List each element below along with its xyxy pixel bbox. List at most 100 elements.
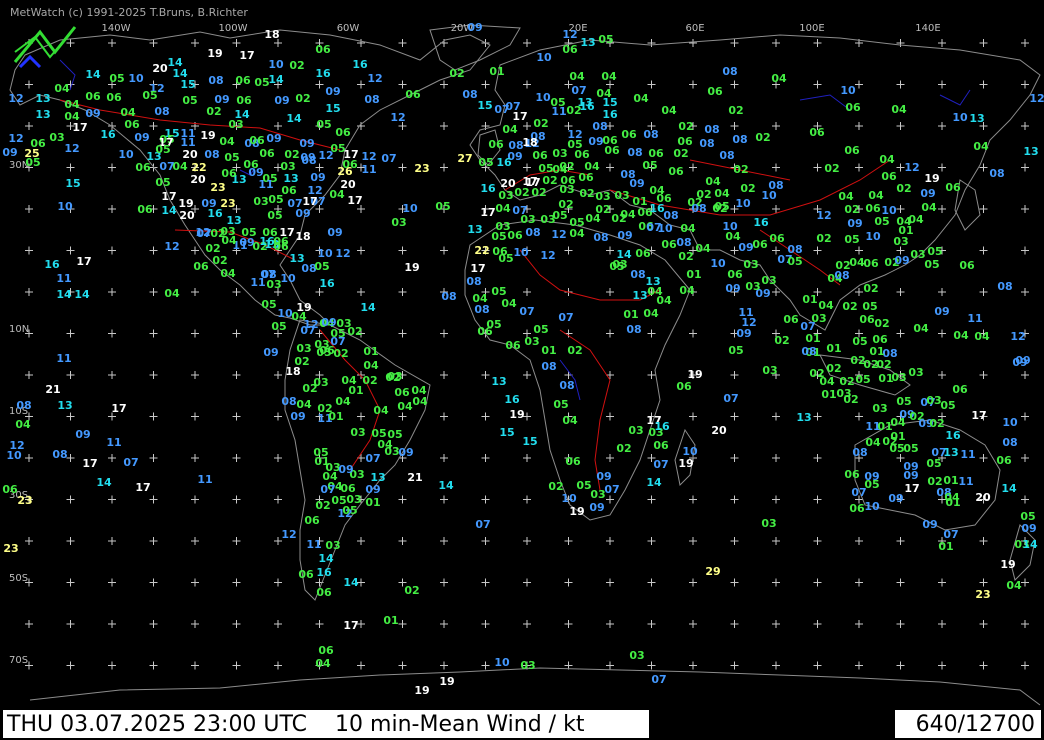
wind-value: 10 — [128, 72, 144, 85]
wind-value: 08 — [593, 231, 608, 244]
wind-value: 04 — [921, 201, 937, 214]
wind-value: 14 — [74, 288, 90, 301]
lat-label: 70S — [9, 655, 28, 666]
wind-value: 05 — [224, 151, 239, 164]
wind-value: 19 — [687, 368, 702, 381]
wind-value: 19 — [439, 675, 454, 688]
wind-value: 03 — [743, 258, 758, 271]
wind-value: 12 — [1010, 330, 1025, 343]
wind-value: 19 — [207, 47, 222, 60]
wind-value: 06 — [578, 171, 594, 184]
wind-value: 07 — [159, 160, 174, 173]
wind-value: 15 — [180, 78, 195, 91]
wind-value: 05 — [271, 320, 286, 333]
wind-value: 02 — [616, 442, 631, 455]
wind-value: 06 — [849, 502, 865, 515]
wind-value: 06 — [316, 586, 332, 599]
wind-value: 04 — [501, 297, 517, 310]
wind-value: 08 — [801, 345, 816, 358]
wind-value: 04 — [562, 414, 578, 427]
wind-value: 17 — [971, 409, 986, 422]
wind-value: 12 — [904, 161, 919, 174]
wind-value: 09 — [295, 207, 310, 220]
wind-value: 02 — [678, 250, 693, 263]
wind-value: 07 — [653, 458, 668, 471]
wind-value: 02 — [740, 182, 755, 195]
wind-value: 09 — [725, 282, 740, 295]
wind-value: 08 — [474, 303, 489, 316]
wind-value: 04 — [495, 202, 511, 215]
wind-value: 16 — [352, 58, 368, 71]
wind-value: 10 — [280, 272, 296, 285]
wind-value: 06 — [676, 380, 692, 393]
wind-value: 12 — [1029, 92, 1044, 105]
wind-value: 20 — [190, 173, 206, 186]
wind-value: 09 — [589, 501, 604, 514]
wind-value: 02 — [678, 120, 693, 133]
wind-value: 17 — [343, 619, 358, 632]
wind-value: 06 — [844, 468, 860, 481]
wind-value: 07 — [300, 324, 315, 337]
wind-value: 02 — [876, 358, 891, 371]
wind-value: 02 — [843, 393, 858, 406]
wind-value: 17 — [302, 195, 317, 208]
wind-value: 05 — [155, 143, 170, 156]
wind-value: 07 — [475, 518, 490, 531]
wind-value: 01 — [821, 388, 836, 401]
wind-value: 12 — [8, 92, 23, 105]
wind-value: 08 — [719, 149, 734, 162]
wind-value: 06 — [752, 238, 768, 251]
wind-value: 10 — [6, 449, 22, 462]
wind-value: 01 — [623, 308, 638, 321]
wind-value: 11 — [56, 272, 71, 285]
wind-value: 14 — [56, 288, 72, 301]
wind-value: 15 — [522, 435, 537, 448]
wind-value: 06 — [236, 94, 252, 107]
wind-value: 04 — [54, 82, 70, 95]
wind-value: 05 — [314, 260, 329, 273]
wind-value: 02 — [673, 147, 688, 160]
wind-value: 06 — [707, 85, 723, 98]
wind-value: 02 — [733, 163, 748, 176]
wind-value: 23 — [17, 494, 32, 507]
wind-value: 14 — [343, 576, 359, 589]
wind-value: 13 — [580, 36, 595, 49]
wind-value: 04 — [569, 227, 585, 240]
wind-value: 06 — [281, 184, 297, 197]
wind-value: 09 — [300, 151, 315, 164]
wind-value: 06 — [304, 514, 320, 527]
wind-value: 04 — [502, 123, 518, 136]
wind-value: 04 — [601, 70, 617, 83]
wind-value: 08 — [364, 93, 379, 106]
wind-value: 09 — [274, 94, 289, 107]
wind-value: 07 — [851, 486, 866, 499]
wind-value: 08 — [154, 105, 169, 118]
wind-value: 02 — [295, 92, 310, 105]
wind-value: 04 — [329, 188, 345, 201]
wind-value: 01 — [802, 293, 817, 306]
wind-value: 14 — [85, 68, 101, 81]
wind-value: 09 — [617, 229, 632, 242]
lon-label: 60W — [337, 23, 360, 34]
wind-value: 04 — [1006, 579, 1022, 592]
wind-value: 02 — [579, 187, 594, 200]
wind-value: 10 — [952, 111, 968, 124]
wind-value: 01 — [898, 224, 913, 237]
wind-value: 08 — [627, 146, 642, 159]
wind-value: 04 — [377, 438, 393, 451]
wind-value: 08 — [16, 399, 31, 412]
wind-value: 12 — [281, 528, 296, 541]
wind-value: 12 — [551, 228, 566, 241]
wind-value: 02 — [816, 232, 831, 245]
wind-value: 21 — [45, 383, 60, 396]
wind-value: 04 — [15, 418, 31, 431]
wind-value: 02 — [558, 198, 573, 211]
wind-value: 05 — [598, 33, 613, 46]
wind-value: 01 — [348, 384, 363, 397]
wind-value: 02 — [929, 417, 944, 430]
wind-value: 09 — [934, 305, 949, 318]
wind-value: 03 — [872, 402, 887, 415]
wind-value: 02 — [362, 374, 377, 387]
wind-value: 09 — [738, 241, 753, 254]
wind-value: 15 — [325, 102, 340, 115]
